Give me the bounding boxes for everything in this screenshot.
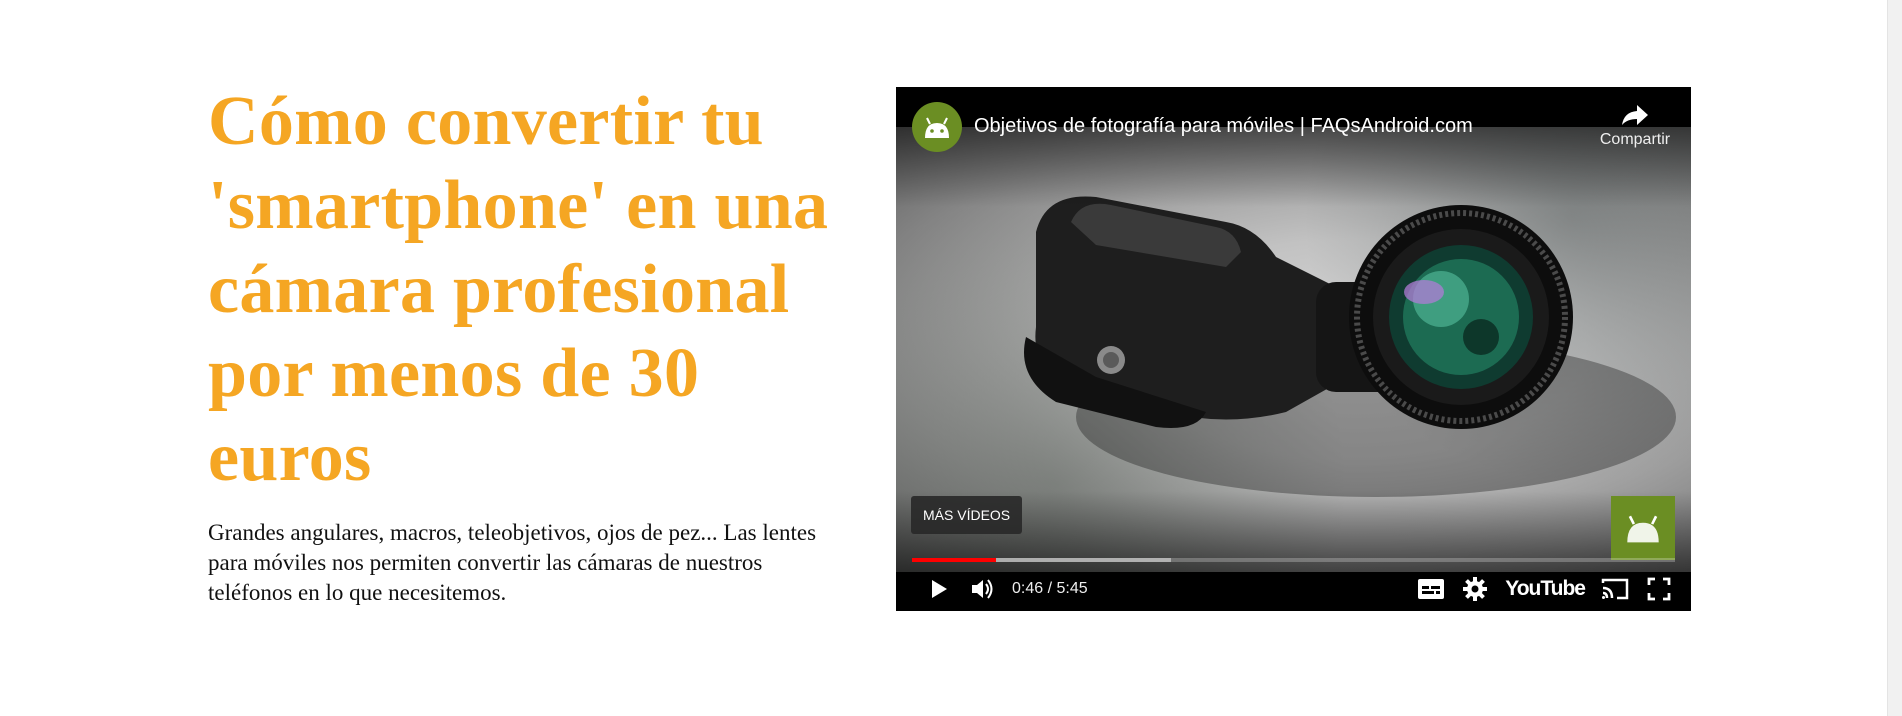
share-label: Compartir — [1599, 131, 1671, 148]
article-headline[interactable]: Cómo convertir tu 'smartphone' en una cá… — [208, 80, 848, 500]
cast-button[interactable] — [1593, 567, 1637, 611]
cast-icon — [1601, 578, 1629, 600]
article-block: Cómo convertir tu 'smartphone' en una cá… — [208, 80, 848, 608]
fullscreen-icon — [1647, 577, 1671, 601]
player-controls: 0:46 / 5:45 YouTube — [896, 567, 1691, 611]
progress-played — [912, 558, 996, 562]
settings-button[interactable] — [1453, 567, 1497, 611]
fullscreen-button[interactable] — [1637, 567, 1681, 611]
play-button[interactable] — [916, 567, 960, 611]
android-watermark-icon — [1627, 515, 1659, 543]
video-player[interactable]: Objetivos de fotografía para móviles | F… — [896, 87, 1691, 611]
settings-icon — [1463, 577, 1488, 601]
progress-bar[interactable] — [912, 558, 1675, 562]
volume-button[interactable] — [960, 567, 1004, 611]
page-scrollbar[interactable] — [1887, 0, 1902, 716]
android-logo-icon — [925, 117, 949, 138]
play-icon — [932, 580, 947, 598]
youtube-logo[interactable]: YouTube — [1505, 577, 1586, 601]
share-button[interactable]: Compartir — [1585, 103, 1685, 159]
volume-icon — [972, 579, 993, 599]
top-overlay — [896, 87, 1691, 207]
video-title[interactable]: Objetivos de fotografía para móviles | F… — [974, 113, 1473, 139]
subtitles-button[interactable] — [1409, 567, 1453, 611]
time-display: 0:46 / 5:45 — [1012, 580, 1088, 597]
share-icon — [1622, 105, 1648, 125]
channel-avatar[interactable] — [912, 102, 962, 152]
channel-watermark[interactable] — [1611, 496, 1675, 560]
more-videos-button[interactable]: MÁS VÍDEOS — [911, 496, 1023, 534]
subtitles-icon — [1418, 579, 1445, 599]
article-summary: Grandes angulares, macros, teleobjetivos… — [208, 520, 817, 605]
